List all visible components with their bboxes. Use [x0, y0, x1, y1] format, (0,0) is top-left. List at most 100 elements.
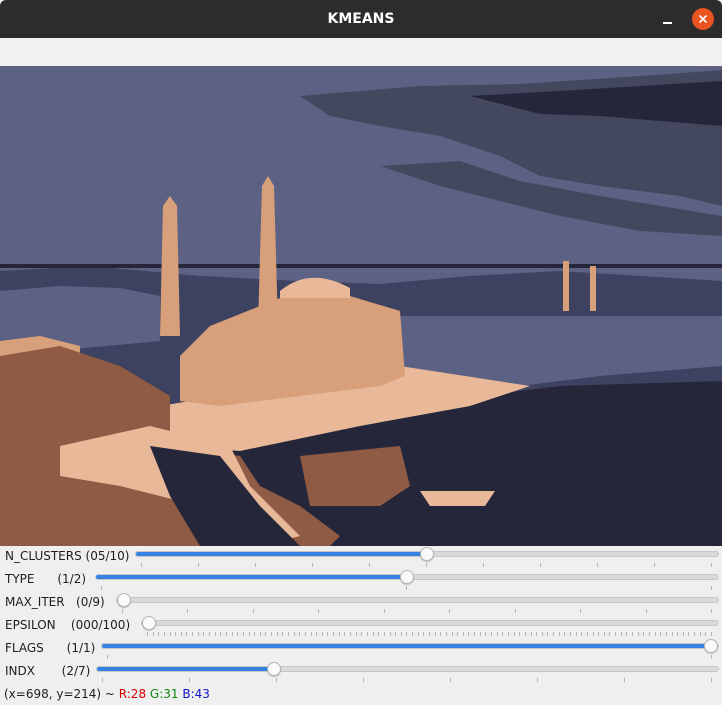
slider-tick [265, 632, 266, 636]
slider-tick [203, 632, 204, 636]
slider-ticks [101, 655, 719, 660]
slider-tick [406, 586, 407, 590]
slider-tick [474, 632, 475, 636]
slider-tick [483, 563, 484, 567]
mosque-reflection [300, 446, 410, 506]
slider-tick [435, 632, 436, 636]
slider-tick [412, 632, 413, 636]
slider-tick [253, 609, 254, 613]
slider-fill [96, 575, 407, 579]
slider-thumb[interactable] [400, 570, 414, 584]
slider-tick [271, 632, 272, 636]
type-trackbar: TYPE (1/2) [0, 569, 722, 592]
slider-tick [711, 678, 712, 682]
slider-tick [312, 563, 313, 567]
slider-tick [449, 609, 450, 613]
slider-tick [559, 632, 560, 636]
slider-thumb[interactable] [142, 616, 156, 630]
slider-tick [189, 678, 190, 682]
slider-thumb[interactable] [704, 639, 718, 653]
slider-track[interactable] [95, 570, 719, 584]
slider-tick [158, 632, 159, 636]
pixel-blue-value: B:43 [182, 687, 210, 701]
cursor-coords: (x=698, y=214) ~ [4, 687, 119, 701]
slider-tick [249, 632, 250, 636]
quantized-image [0, 66, 722, 546]
slider-tick [531, 632, 532, 636]
slider-track[interactable] [96, 662, 719, 676]
slider-track[interactable] [141, 616, 719, 630]
slider-ticks [141, 632, 719, 637]
slider-tick [429, 632, 430, 636]
slider-tick [215, 632, 216, 636]
slider-tick [153, 632, 154, 636]
minimize-button[interactable] [656, 7, 680, 31]
slider-tick [638, 632, 639, 636]
slider-ticks [96, 678, 719, 683]
slider-tick [502, 632, 503, 636]
slider-tick [515, 609, 516, 613]
slider-tick [580, 609, 581, 613]
slider-tick [255, 563, 256, 567]
max-iter-trackbar: MAX_ITER (0/9) [0, 592, 722, 615]
slider-thumb[interactable] [267, 662, 282, 676]
slider-tick [711, 563, 712, 567]
slider-tick [457, 632, 458, 636]
n-clusters-trackbar: N_CLUSTERS (05/10) [0, 546, 722, 569]
slider-tick [384, 609, 385, 613]
slider-tick [480, 632, 481, 636]
slider-tick [122, 609, 123, 613]
slider-tick [311, 632, 312, 636]
status-bar: (x=698, y=214) ~ R:28 G:31 B:43 [4, 687, 210, 701]
slider-tick [209, 632, 210, 636]
slider-tick [423, 632, 424, 636]
slider-tick [288, 632, 289, 636]
slider-tick [604, 632, 605, 636]
slider-track[interactable] [135, 547, 719, 561]
trackbar-label: MAX_ITER (0/9) [5, 595, 105, 609]
slider-fill [102, 644, 718, 648]
slider-tick [243, 632, 244, 636]
slider-fill [97, 667, 275, 671]
slider-tick [367, 632, 368, 636]
slider-tick [426, 563, 427, 567]
close-button[interactable] [692, 8, 714, 30]
slider-thumb[interactable] [420, 547, 434, 561]
slider-tick [615, 632, 616, 636]
slider-track[interactable] [101, 639, 719, 653]
slider-tick [700, 632, 701, 636]
slider-tick [597, 563, 598, 567]
slider-tick [373, 632, 374, 636]
slider-tick [485, 632, 486, 636]
slider-tick [525, 632, 526, 636]
slider-tick [237, 632, 238, 636]
pixel-green-value: G:31 [149, 687, 179, 701]
title-bar: KMEANS [0, 0, 722, 38]
kmeans-image-view[interactable] [0, 66, 722, 546]
slider-tick [624, 678, 625, 682]
slider-tick [316, 632, 317, 636]
slider-tick [164, 632, 165, 636]
slider-thumb[interactable] [117, 593, 131, 607]
slider-tick [299, 632, 300, 636]
slider-tick [232, 632, 233, 636]
slider-tick [711, 655, 712, 659]
flags-trackbar: FLAGS (1/1) [0, 638, 722, 661]
trackbar-label: FLAGS (1/1) [5, 641, 96, 655]
slider-tick [547, 632, 548, 636]
slider-tick [254, 632, 255, 636]
slider-tick [598, 632, 599, 636]
slider-tick [192, 632, 193, 636]
slider-tick [339, 632, 340, 636]
slider-tick [344, 632, 345, 636]
slider-tick [226, 632, 227, 636]
slider-ticks [116, 609, 719, 614]
slider-tick [705, 632, 706, 636]
slider-tick [361, 632, 362, 636]
minaret-left [160, 196, 180, 336]
slider-tick [672, 632, 673, 636]
bridge-tower [590, 266, 596, 311]
slider-track[interactable] [116, 593, 719, 607]
slider-tick [187, 609, 188, 613]
toolbar [0, 38, 722, 67]
